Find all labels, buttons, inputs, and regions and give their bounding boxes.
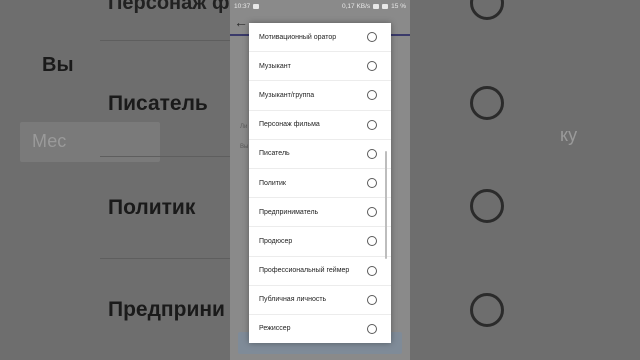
option-item[interactable]: Писатель <box>249 140 391 169</box>
option-item[interactable]: Политик <box>249 169 391 199</box>
radio-button-icon[interactable] <box>367 294 377 305</box>
behind-label: Ли <box>240 124 248 130</box>
option-item[interactable]: Продюсер <box>249 227 391 257</box>
option-item[interactable]: Персонаж фильма <box>249 111 391 140</box>
option-label: Мотивационный оратор <box>259 33 337 41</box>
bg-radio-icon <box>470 189 504 223</box>
option-item[interactable]: Мотивационный оратор <box>249 23 391 53</box>
option-item[interactable]: Режиссер <box>249 315 391 343</box>
option-label: Политик <box>259 179 286 187</box>
bg-radio-icon <box>470 86 504 120</box>
option-item[interactable]: Публичная личность <box>249 286 391 315</box>
radio-button-icon[interactable] <box>367 119 377 130</box>
behind-label: Вы <box>240 144 249 150</box>
option-item[interactable]: Предприниматель <box>249 198 391 228</box>
bg-input-right: ку <box>560 125 578 145</box>
option-label: Музыкант <box>259 62 291 70</box>
radio-button-icon[interactable] <box>367 323 377 334</box>
option-label: Персонаж фильма <box>259 121 320 129</box>
radio-button-icon[interactable] <box>367 32 377 43</box>
option-label: Писатель <box>259 150 290 158</box>
status-time: 10:37 <box>234 2 251 10</box>
bg-label: Предприни <box>108 298 225 321</box>
bg-label: Политик <box>108 196 196 219</box>
option-label: Продюсер <box>259 237 293 245</box>
bg-divider <box>100 156 240 157</box>
wifi-icon <box>382 3 389 9</box>
signal-icon <box>373 3 380 9</box>
radio-button-icon[interactable] <box>367 148 377 159</box>
option-label: Режиссер <box>259 325 291 333</box>
bg-label: Персонаж ф <box>108 0 230 14</box>
bg-radio-icon <box>470 293 504 327</box>
bg-label: Вы <box>42 54 74 76</box>
bg-label: Писатель <box>108 92 208 115</box>
option-label: Предприниматель <box>259 208 319 216</box>
radio-button-icon[interactable] <box>367 236 377 247</box>
option-label: Профессиональный геймер <box>259 267 350 275</box>
status-battery: 15 % <box>391 2 406 10</box>
radio-button-icon[interactable] <box>367 90 377 101</box>
bg-input-placeholder: Мес <box>32 131 67 151</box>
option-item[interactable]: Профессиональный геймер <box>249 257 391 286</box>
category-dialog: Мотивационный оратор Музыкант Музыкант/гру… <box>249 23 391 343</box>
option-item[interactable]: Музыкант/группа <box>249 81 391 111</box>
radio-button-icon[interactable] <box>367 265 377 276</box>
radio-button-icon[interactable] <box>367 178 377 189</box>
status-bar: 10:37 0,17 KB/s 15 % <box>230 0 410 12</box>
option-label: Публичная личность <box>259 296 327 304</box>
bg-radio-icon <box>470 0 504 20</box>
dialog-scrollbar[interactable] <box>385 151 387 259</box>
bg-divider <box>100 258 240 259</box>
radio-button-icon[interactable] <box>367 61 377 72</box>
back-arrow-icon[interactable]: ← <box>234 14 248 30</box>
radio-button-icon[interactable] <box>367 207 377 218</box>
notification-icon <box>253 3 260 9</box>
status-speed: 0,17 KB/s <box>341 2 371 10</box>
option-label: Музыкант/группа <box>259 91 315 99</box>
bg-divider <box>100 40 240 41</box>
option-item[interactable]: Музыкант <box>249 52 391 82</box>
